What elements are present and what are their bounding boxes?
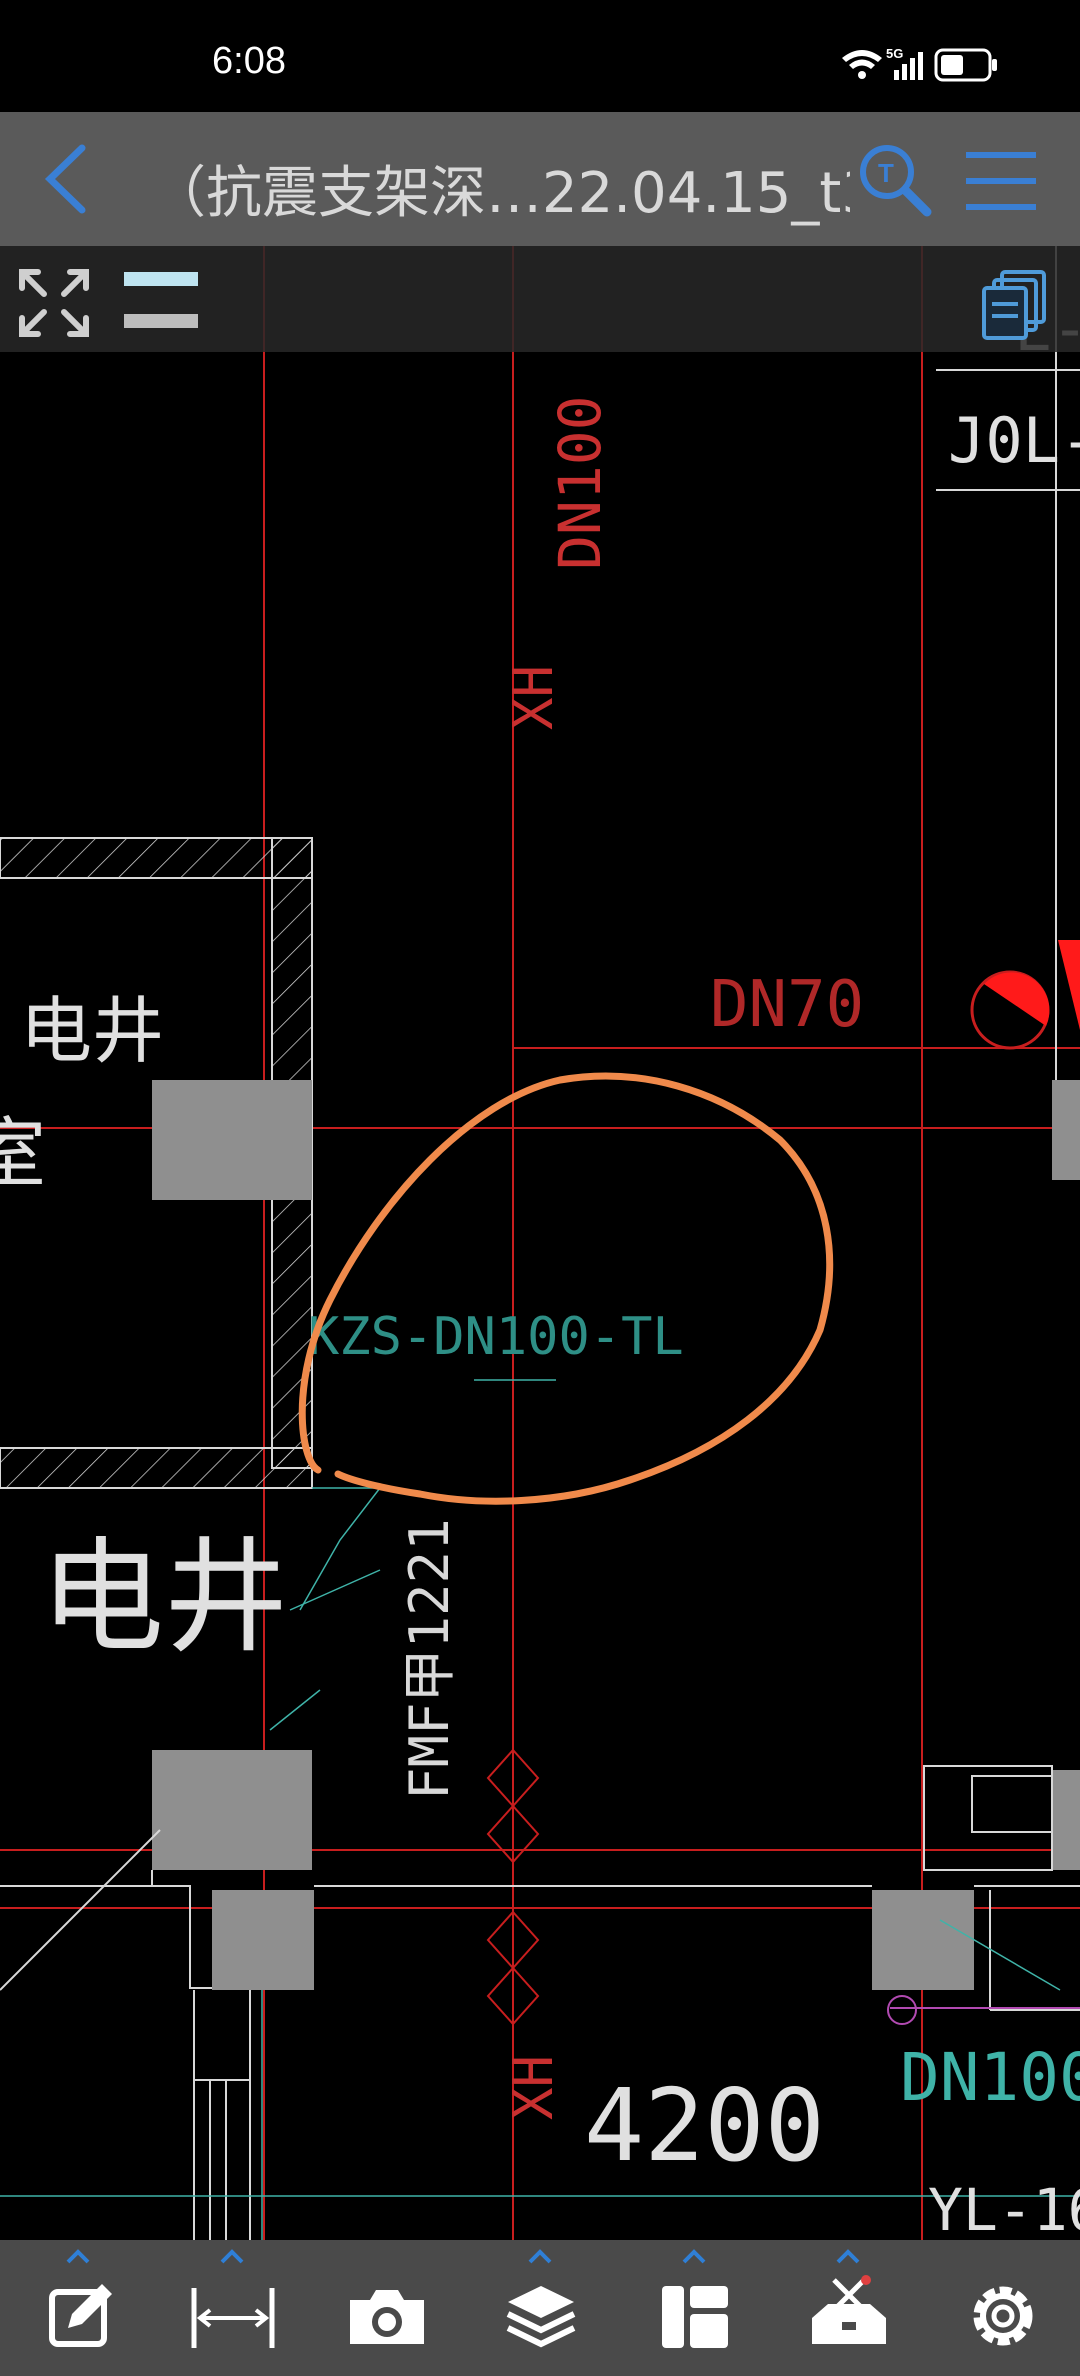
- layers-button[interactable]: [486, 2240, 596, 2376]
- gear-icon: [973, 2286, 1033, 2346]
- cad-drawing: DN100 XH DN70 电井 室 KZS-DN100-TL 电井 FMF甲1…: [0, 246, 1080, 2244]
- text-search-icon: T: [860, 145, 932, 217]
- title-bar: （抗震支架深…22.04.15_t3 T: [0, 112, 1080, 246]
- expand-arrows-icon[interactable]: [19, 269, 89, 337]
- label-yll16: YL-16: [928, 2176, 1080, 2240]
- battery-icon: [934, 48, 997, 82]
- status-icons: 5G: [840, 44, 1040, 88]
- hamburger-menu-icon: [966, 152, 1036, 210]
- measure-button[interactable]: [178, 2240, 288, 2376]
- chevron-left-icon: [44, 144, 86, 214]
- label-kzs: KZS-DN100-TL: [308, 1307, 684, 1367]
- toolbox-icon: [812, 2249, 886, 2344]
- label-jol-partial: J0L-2: [948, 404, 1080, 477]
- camera-icon: [350, 2290, 424, 2344]
- menu-button[interactable]: [962, 146, 1042, 216]
- annotation-circle[interactable]: [298, 1072, 834, 1505]
- toolbox-button[interactable]: [794, 2240, 904, 2376]
- overlay-toolbar: [0, 246, 1080, 352]
- camera-button[interactable]: [332, 2240, 442, 2376]
- label-dn100-top: DN100: [546, 395, 614, 570]
- status-bar: 6:08 5G: [0, 0, 1080, 112]
- red-marker-icon: [970, 940, 1080, 1050]
- back-button[interactable]: [34, 142, 104, 216]
- bars-toggle-icon[interactable]: [124, 272, 198, 328]
- label-xh-bottom: XH: [502, 2055, 565, 2120]
- label-shi-partial: 室: [0, 1109, 46, 1198]
- bottom-toolbar: [0, 2240, 1080, 2376]
- pages-stack-icon[interactable]: [982, 270, 1046, 340]
- drawing-canvas[interactable]: DN100 XH DN70 电井 室 KZS-DN100-TL 电井 FMF甲1…: [0, 246, 1080, 2244]
- label-dian-jing: 电井: [40, 1526, 288, 1670]
- network-type: 5G: [886, 46, 903, 61]
- label-dian-jing-partial: 电井: [20, 989, 164, 1073]
- settings-button[interactable]: [948, 2240, 1058, 2376]
- document-title: （抗震支架深…22.04.15_t3: [150, 161, 850, 226]
- layers-icon: [506, 2249, 576, 2348]
- status-time: 6:08: [212, 40, 286, 82]
- wifi-icon: [842, 50, 882, 79]
- measure-distance-icon: [191, 2249, 275, 2348]
- text-search-button[interactable]: T: [855, 140, 935, 220]
- layout-panels-icon: [662, 2249, 728, 2348]
- edit-note-icon: [49, 2249, 112, 2347]
- label-dn100-right: DN100: [900, 2039, 1080, 2116]
- label-dn70: DN70: [710, 968, 864, 1042]
- label-xh-top: XH: [502, 665, 565, 730]
- label-fmf: FMF甲1221: [398, 1518, 461, 1800]
- label-dimension-4200: 4200: [584, 2067, 825, 2184]
- markup-button[interactable]: [24, 2240, 134, 2376]
- svg-text:T: T: [878, 158, 894, 188]
- layout-button[interactable]: [640, 2240, 750, 2376]
